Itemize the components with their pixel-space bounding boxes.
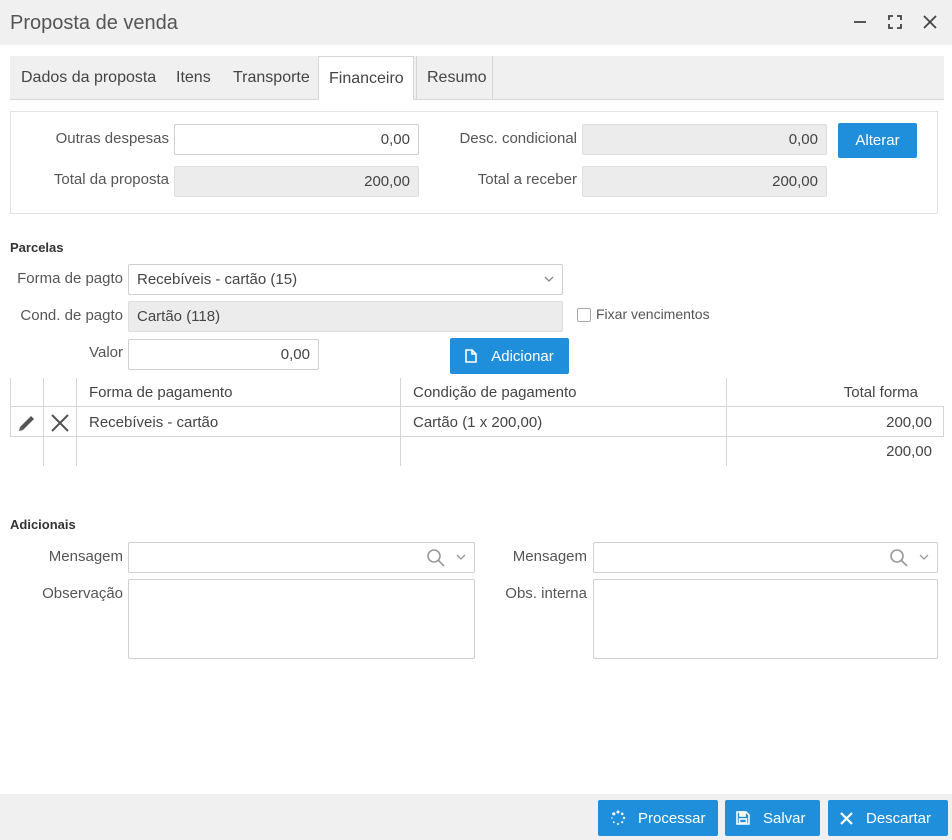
minimize-icon[interactable] xyxy=(848,10,872,34)
chevron-down-icon[interactable] xyxy=(919,543,929,582)
desc-condicional-label: Desc. condicional xyxy=(459,130,577,147)
obs-interna-textarea[interactable] xyxy=(593,579,938,659)
chevron-down-icon[interactable] xyxy=(456,543,466,582)
obs-interna-label: Obs. interna xyxy=(505,585,587,602)
mensagem-input-2[interactable] xyxy=(593,542,938,573)
mensagem-label-2: Mensagem xyxy=(512,548,587,565)
descartar-button[interactable]: Descartar xyxy=(828,800,948,836)
tab-financeiro[interactable]: Financeiro xyxy=(318,56,414,100)
grid-footer-total: 200,00 xyxy=(886,443,932,460)
search-icon[interactable] xyxy=(889,548,909,578)
fixar-vencimentos-checkbox[interactable] xyxy=(577,308,591,322)
processar-button[interactable]: Processar xyxy=(598,800,718,836)
cond-pagto-input: Cartão (118) xyxy=(128,301,563,332)
forma-pagto-label: Forma de pagto xyxy=(17,270,123,287)
tab-itens[interactable]: Itens xyxy=(166,56,221,99)
document-icon xyxy=(465,349,478,363)
pencil-icon[interactable] xyxy=(16,412,38,432)
title-bar: Proposta de venda xyxy=(0,0,952,45)
processar-label: Processar xyxy=(638,809,706,827)
column-header-total[interactable]: Total forma xyxy=(844,384,918,401)
total-proposta-input: 200,00 xyxy=(174,166,419,197)
desc-condicional-input: 0,00 xyxy=(582,124,827,155)
column-header-condicao[interactable]: Condição de pagamento xyxy=(413,384,576,401)
row-forma: Recebíveis - cartão xyxy=(89,414,219,431)
alterar-button[interactable]: Alterar xyxy=(838,123,917,158)
mensagem-label-1: Mensagem xyxy=(48,548,123,565)
adicionar-label: Adicionar xyxy=(491,347,554,365)
close-icon[interactable] xyxy=(918,10,942,34)
window-title: Proposta de venda xyxy=(10,12,178,34)
salvar-label: Salvar xyxy=(763,809,806,827)
valor-label: Valor xyxy=(89,344,123,361)
descartar-label: Descartar xyxy=(866,809,932,827)
maximize-icon[interactable] xyxy=(883,10,907,34)
observacao-textarea[interactable] xyxy=(128,579,475,659)
outras-despesas-label: Outras despesas xyxy=(55,130,169,147)
forma-pagto-value: Recebíveis - cartão (15) xyxy=(137,271,298,288)
row-total: 200,00 xyxy=(886,414,932,431)
cond-pagto-label: Cond. de pagto xyxy=(20,307,123,324)
chevron-down-icon xyxy=(544,265,554,304)
forma-pagto-select[interactable]: Recebíveis - cartão (15) xyxy=(128,264,563,295)
observacao-label: Observação xyxy=(42,585,123,602)
total-receber-label: Total a receber xyxy=(477,171,577,188)
tab-resumo[interactable]: Resumo xyxy=(416,56,493,99)
salvar-button[interactable]: Salvar xyxy=(725,800,820,836)
total-proposta-label: Total da proposta xyxy=(53,171,169,188)
fixar-vencimentos-label: Fixar vencimentos xyxy=(596,306,710,322)
proposta-window: Proposta de venda Dados da proposta Iten… xyxy=(0,0,952,840)
delete-icon[interactable] xyxy=(50,413,70,433)
outras-despesas-input[interactable]: 0,00 xyxy=(174,124,419,155)
valor-input[interactable]: 0,00 xyxy=(128,339,319,370)
search-icon[interactable] xyxy=(426,548,446,578)
tab-dados-da-proposta[interactable]: Dados da proposta xyxy=(11,56,166,99)
close-icon xyxy=(838,810,854,826)
parcelas-grid: Forma de pagamento Condição de pagamento… xyxy=(10,378,944,466)
adicionar-button[interactable]: Adicionar xyxy=(450,338,569,374)
total-receber-input: 200,00 xyxy=(582,166,827,197)
adicionais-section-title: Adicionais xyxy=(10,517,76,532)
mensagem-input-1[interactable] xyxy=(128,542,475,573)
row-condicao: Cartão (1 x 200,00) xyxy=(413,414,543,431)
tab-bar: Dados da proposta Itens Transporte Finan… xyxy=(10,56,944,100)
tab-transporte[interactable]: Transporte xyxy=(223,56,320,99)
save-icon xyxy=(735,810,751,826)
column-header-forma[interactable]: Forma de pagamento xyxy=(89,384,232,401)
spinner-icon xyxy=(610,810,626,826)
parcelas-section-title: Parcelas xyxy=(10,240,64,255)
